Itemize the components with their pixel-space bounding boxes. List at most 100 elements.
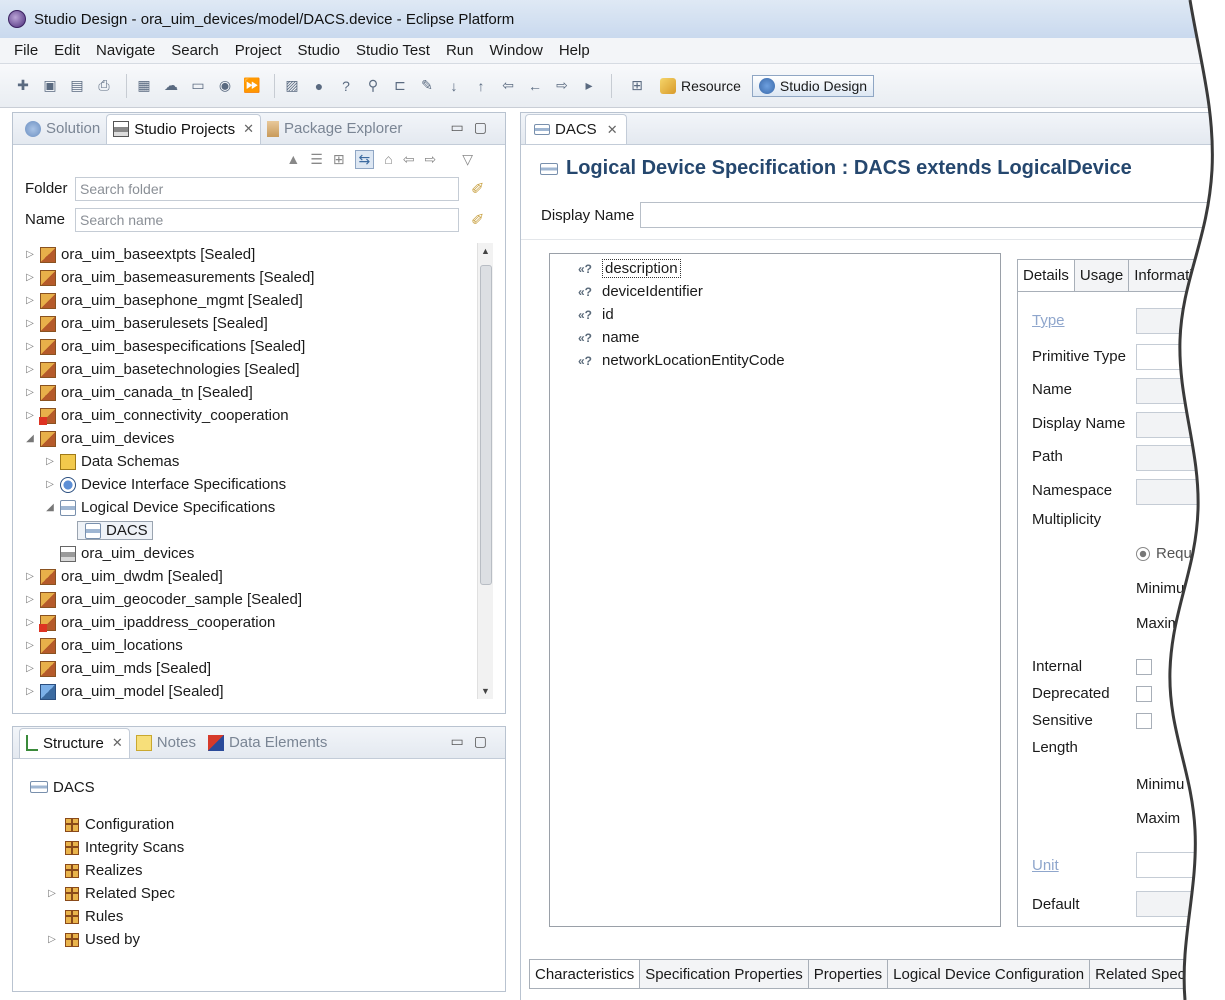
type-field[interactable] xyxy=(1136,308,1225,334)
tree-item[interactable]: ▷ ora_uim_baserulesets [Sealed] xyxy=(23,312,483,335)
tab-related-specifications[interactable]: Related Specifi xyxy=(1090,959,1203,989)
menu-window[interactable]: Window xyxy=(489,42,542,59)
tree-item[interactable]: ◢ ora_uim_devices xyxy=(23,427,483,450)
clear-filter-icon[interactable]: ✐ xyxy=(471,179,484,199)
open-perspective-icon[interactable]: ⊞ xyxy=(626,75,648,97)
tree-item[interactable]: ▷ Device Interface Specifications xyxy=(23,473,483,496)
menu-run[interactable]: Run xyxy=(446,42,474,59)
list-item[interactable]: «? id xyxy=(550,303,1000,326)
editor-tab-dacs[interactable]: DACS ✕ xyxy=(525,114,627,144)
expand-icon[interactable]: ▷ xyxy=(23,272,37,283)
forward-arrow-icon[interactable]: ⇨ xyxy=(424,151,436,168)
close-icon[interactable]: ✕ xyxy=(112,735,123,751)
collapse-all-icon[interactable]: ▲ xyxy=(286,151,300,167)
save-icon[interactable]: ▣ xyxy=(39,75,61,97)
namespace-field[interactable] xyxy=(1136,479,1225,505)
link-with-editor-icon[interactable]: ⇆ xyxy=(354,149,375,169)
default-field[interactable] xyxy=(1136,891,1225,917)
primitive-type-field[interactable] xyxy=(1136,344,1225,370)
expand-icon[interactable]: ▷ xyxy=(23,249,37,260)
tab-details[interactable]: Details xyxy=(1018,260,1075,291)
collapse-icon[interactable]: ◢ xyxy=(23,433,37,444)
expand-icon[interactable]: ▷ xyxy=(23,318,37,329)
path-field[interactable] xyxy=(1136,445,1225,471)
minimize-maximize-icons[interactable]: ▭▢ xyxy=(451,119,497,136)
collapse-icon[interactable]: ◢ xyxy=(43,502,57,513)
tab-specification-properties[interactable]: Specification Properties xyxy=(640,959,809,989)
structure-item-related-spec[interactable]: ▷ Related Spec xyxy=(27,882,184,905)
binary-icon[interactable]: ▦ xyxy=(133,75,155,97)
tab-usage[interactable]: Usage xyxy=(1074,260,1130,291)
close-icon[interactable]: ✕ xyxy=(607,122,618,138)
run-icon[interactable]: ● xyxy=(308,75,330,97)
tree-item[interactable]: ▷ ora_uim_ipaddress_cooperation xyxy=(23,611,483,634)
expand-icon[interactable]: ▷ xyxy=(45,934,59,945)
tree-item-dacs[interactable]: DACS xyxy=(23,519,483,542)
tree-item[interactable]: ▷ ora_uim_connectivity_cooperation xyxy=(23,404,483,427)
sensitive-checkbox[interactable] xyxy=(1136,713,1152,729)
tab-logical-device-configuration[interactable]: Logical Device Configuration xyxy=(888,959,1091,989)
tab-notes[interactable]: Notes xyxy=(130,728,202,758)
tab-studio-projects[interactable]: Studio Projects ✕ xyxy=(106,113,262,144)
expand-icon[interactable]: ▷ xyxy=(23,686,37,697)
clear-filter-icon[interactable]: ✐ xyxy=(471,210,484,230)
search-folder-input[interactable] xyxy=(75,176,459,201)
tree-item[interactable]: ▷ ora_uim_basetechnologies [Sealed] xyxy=(23,358,483,381)
search-icon[interactable]: ⚲ xyxy=(362,75,384,97)
type-link[interactable]: Type xyxy=(1032,312,1065,329)
expand-icon[interactable]: ▷ xyxy=(45,888,59,899)
expand-icon[interactable]: ▷ xyxy=(43,479,57,490)
tree-item[interactable]: ◢ Logical Device Specifications xyxy=(23,496,483,519)
tree-item[interactable]: ▷ ora_uim_basespecifications [Sealed] xyxy=(23,335,483,358)
open-folder-icon[interactable]: ⊏ xyxy=(389,75,411,97)
tree-item[interactable]: ▷ ora_uim_dwdm [Sealed] xyxy=(23,565,483,588)
tab-structure[interactable]: Structure ✕ xyxy=(19,727,130,758)
menu-navigate[interactable]: Navigate xyxy=(96,42,155,59)
characteristics-list[interactable]: «? description «? deviceIdentifier «? id «?… xyxy=(549,253,1001,927)
required-radio[interactable]: Require xyxy=(1136,545,1209,562)
menu-studio[interactable]: Studio xyxy=(297,42,340,59)
expand-icon[interactable]: ▷ xyxy=(23,341,37,352)
fast-forward-icon[interactable]: ⏩ xyxy=(241,75,263,97)
selected-item[interactable]: DACS xyxy=(77,521,153,540)
list-item[interactable]: «? name xyxy=(550,326,1000,349)
perspective-resource[interactable]: Resource xyxy=(653,75,748,97)
expand-icon[interactable]: ▷ xyxy=(23,663,37,674)
expand-icon[interactable]: ▷ xyxy=(23,640,37,651)
back-nav-icon[interactable]: ← xyxy=(524,75,546,97)
expand-icon[interactable]: ▷ xyxy=(23,410,37,421)
expand-icon[interactable]: ▷ xyxy=(23,364,37,375)
close-icon[interactable]: ✕ xyxy=(243,121,254,137)
hierarchy-icon[interactable]: ☰ xyxy=(310,151,323,168)
forward-icon[interactable]: ⇨ xyxy=(551,75,573,97)
tree-item[interactable]: ▷ ora_uim_model [Sealed] xyxy=(23,680,483,703)
menu-file[interactable]: File xyxy=(14,42,38,59)
expand-icon[interactable]: ▷ xyxy=(23,617,37,628)
menu-project[interactable]: Project xyxy=(235,42,282,59)
list-item[interactable]: «? networkLocationEntityCode xyxy=(550,349,1000,372)
unit-field[interactable] xyxy=(1136,852,1225,878)
pin-icon[interactable]: ▸ xyxy=(578,75,600,97)
next-annotation-icon[interactable]: ↓ xyxy=(443,75,465,97)
list-item[interactable]: «? deviceIdentifier xyxy=(550,280,1000,303)
menu-search[interactable]: Search xyxy=(171,42,219,59)
tree-item[interactable]: ▷ ora_uim_baseextpts [Sealed] xyxy=(23,243,483,266)
back-arrow-icon[interactable]: ⇦ xyxy=(403,151,415,168)
home-icon[interactable]: ⌂ xyxy=(384,151,392,167)
menu-studio-test[interactable]: Studio Test xyxy=(356,42,430,59)
tab-information[interactable]: Informati xyxy=(1129,260,1199,291)
tab-properties[interactable]: Properties xyxy=(808,959,889,989)
save-all-icon[interactable]: ▤ xyxy=(66,75,88,97)
structure-item-configuration[interactable]: Configuration xyxy=(27,813,184,836)
minimize-maximize-icons[interactable]: ▭▢ xyxy=(451,733,497,750)
new-icon[interactable]: ✚ xyxy=(12,75,34,97)
structure-item-integrity-scans[interactable]: Integrity Scans xyxy=(27,836,184,859)
tree-item[interactable]: ▷ ora_uim_basemeasurements [Sealed] xyxy=(23,266,483,289)
back-icon[interactable]: ⇦ xyxy=(497,75,519,97)
name-field[interactable] xyxy=(1136,378,1225,404)
deprecated-checkbox[interactable] xyxy=(1136,686,1152,702)
tab-solution[interactable]: Solution xyxy=(19,114,106,144)
print-icon[interactable]: ⎙ xyxy=(93,75,115,97)
internal-checkbox[interactable] xyxy=(1136,659,1152,675)
prev-annotation-icon[interactable]: ↑ xyxy=(470,75,492,97)
